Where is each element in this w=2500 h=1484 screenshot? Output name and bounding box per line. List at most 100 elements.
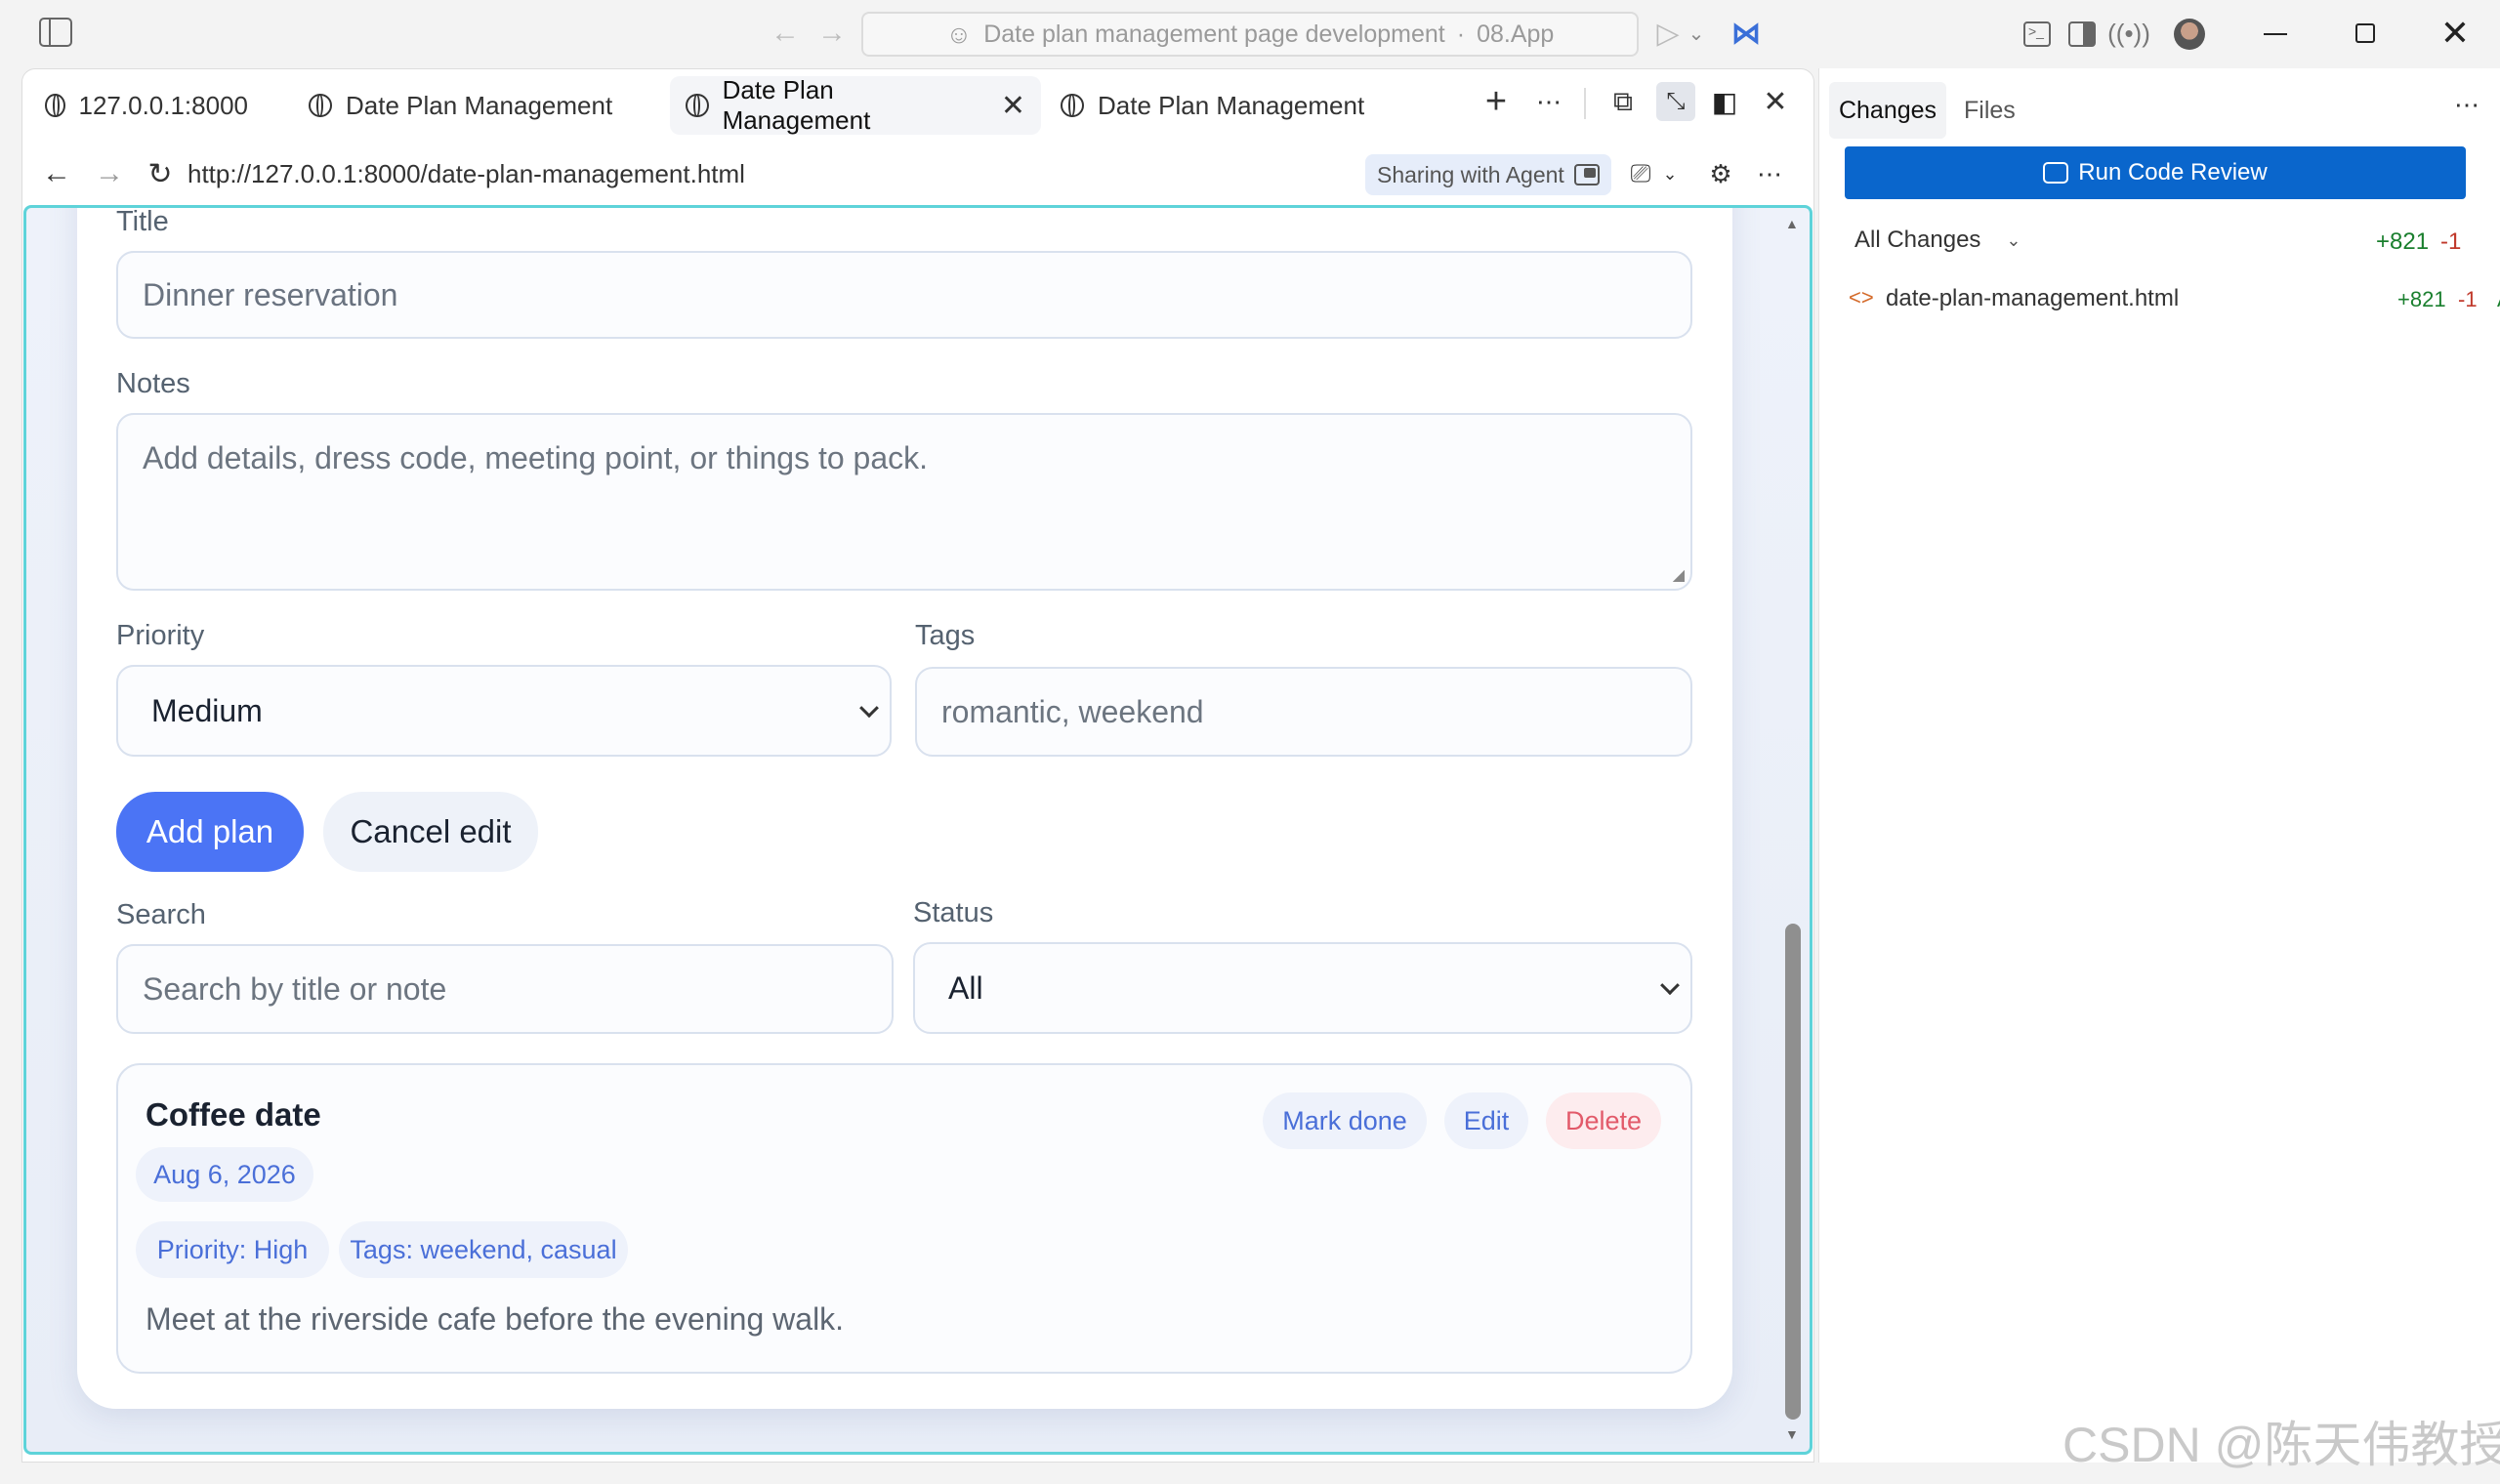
run-code-review-label: Run Code Review xyxy=(2078,159,2268,186)
all-changes-header[interactable]: All Changes ⌄ xyxy=(1854,227,2021,254)
add-plan-button[interactable]: Add plan xyxy=(116,792,304,872)
notes-placeholder: Add details, dress code, meeting point, … xyxy=(143,440,929,475)
sharing-badge[interactable]: Sharing with Agent xyxy=(1365,154,1611,195)
vscode-icon[interactable]: ⋈ xyxy=(1727,14,1766,53)
file-removed: -1 xyxy=(2458,287,2478,311)
minimize-icon[interactable] xyxy=(2264,33,2287,35)
title-bar: ← → ☺ Date plan management page developm… xyxy=(0,0,2500,68)
open-external-icon[interactable]: ⧉ xyxy=(1605,84,1641,119)
title-label: Title xyxy=(116,206,169,237)
window-app-name: 08.App xyxy=(1477,20,1555,48)
run-dropdown-icon[interactable]: ⌄ xyxy=(1686,16,1707,51)
plan-title: Coffee date xyxy=(146,1096,321,1133)
total-removed: -1 xyxy=(2440,228,2462,255)
broadcast-icon[interactable]: ((•)) xyxy=(2107,16,2150,51)
globe-icon xyxy=(45,94,65,117)
changed-file-row[interactable]: <> date-plan-management.html +821 -1 A xyxy=(1849,281,2500,320)
run-code-review-button[interactable]: Run Code Review xyxy=(1845,146,2466,199)
watermark: CSDN @陈天伟教授 xyxy=(2062,1418,2500,1472)
search-label: Search xyxy=(116,899,206,930)
tab-date-plan-active[interactable]: Date Plan Management ✕ xyxy=(670,75,1041,135)
plan-date-badge: Aug 6, 2026 xyxy=(136,1147,313,1202)
run-icon[interactable]: ▷ xyxy=(1652,16,1684,51)
copilot-icon: ☺ xyxy=(945,19,973,49)
tab-changes[interactable]: Changes xyxy=(1829,82,1946,139)
scroll-up-icon[interactable]: ▲ xyxy=(1785,217,1803,230)
more-tabs-icon[interactable]: ⋯ xyxy=(1531,84,1566,119)
tab-date-plan-1[interactable]: Date Plan Management xyxy=(293,70,645,141)
edit-button[interactable]: Edit xyxy=(1444,1092,1528,1149)
panel-more-icon[interactable]: ⋯ xyxy=(2454,90,2479,120)
screen-share-icon xyxy=(1573,164,1600,186)
chevron-down-icon: ⌄ xyxy=(2006,229,2021,250)
more-options-icon[interactable]: ⋯ xyxy=(1752,156,1787,191)
scrollbar-thumb[interactable] xyxy=(1785,924,1801,1420)
search-input[interactable]: Search by title or note xyxy=(116,944,894,1034)
tab-label: 127.0.0.1:8000 xyxy=(78,90,249,120)
split-view-icon[interactable]: ◧ xyxy=(1707,84,1742,119)
plan-tags-badge: Tags: weekend, casual xyxy=(339,1221,628,1278)
status-select[interactable]: All xyxy=(913,942,1692,1034)
cast-dropdown-icon[interactable]: ⌄ xyxy=(1660,156,1680,191)
review-icon xyxy=(2043,162,2069,184)
close-window-icon[interactable]: ✕ xyxy=(2436,13,2475,53)
terminal-icon[interactable]: >_ xyxy=(2023,21,2051,47)
tab-divider xyxy=(1584,88,1586,119)
globe-icon xyxy=(1061,94,1084,117)
forward-arrow-icon[interactable]: → xyxy=(814,16,850,51)
browser-forward-icon[interactable]: → xyxy=(92,156,127,191)
tags-input[interactable]: romantic, weekend xyxy=(915,667,1692,757)
back-arrow-icon[interactable]: ← xyxy=(768,16,803,51)
tab-date-plan-3[interactable]: Date Plan Management xyxy=(1045,70,1396,141)
globe-icon xyxy=(309,94,332,117)
tab-label: Date Plan Management xyxy=(722,75,871,135)
panel-toggle-icon[interactable] xyxy=(2068,21,2096,47)
notes-label: Notes xyxy=(116,368,190,399)
url-field[interactable]: http://127.0.0.1:8000/date-plan-manageme… xyxy=(188,154,745,193)
chevron-down-icon xyxy=(859,698,879,719)
tab-label: Date Plan Management xyxy=(346,90,613,120)
tab-close-icon[interactable]: ✕ xyxy=(1001,89,1025,123)
total-added: +821 xyxy=(2376,228,2430,255)
reload-icon[interactable]: ↻ xyxy=(143,156,178,191)
page-viewport: Title Dinner reservation Notes Add detai… xyxy=(23,205,1812,1455)
plan-form-card: Title Dinner reservation Notes Add detai… xyxy=(77,206,1732,1409)
priority-label: Priority xyxy=(116,620,205,651)
mark-done-button[interactable]: Mark done xyxy=(1263,1092,1427,1149)
changes-panel: Changes Files ⋯ Run Code Review All Chan… xyxy=(1818,68,2500,1463)
globe-icon xyxy=(686,94,709,117)
restore-icon[interactable] xyxy=(2355,23,2375,43)
devtools-icon[interactable]: ⚙ xyxy=(1703,156,1738,191)
status-label: Status xyxy=(913,897,994,928)
plan-priority-badge: Priority: High xyxy=(136,1221,329,1278)
status-value: All xyxy=(948,969,983,1006)
sharing-label: Sharing with Agent xyxy=(1377,161,1564,187)
close-browser-icon[interactable]: ✕ xyxy=(1758,84,1793,119)
plan-note: Meet at the riverside cafe before the ev… xyxy=(146,1301,845,1337)
cancel-edit-button[interactable]: Cancel edit xyxy=(323,792,538,872)
cast-icon[interactable]: ⎚ xyxy=(1623,156,1658,191)
avatar[interactable] xyxy=(2174,19,2205,50)
browser-back-icon[interactable]: ← xyxy=(39,156,74,191)
priority-value: Medium xyxy=(151,692,263,728)
plan-list-item: Coffee date Aug 6, 2026 Priority: High T… xyxy=(116,1063,1692,1374)
sidebar-toggle-icon[interactable] xyxy=(39,18,72,47)
tab-localhost[interactable]: 127.0.0.1:8000 xyxy=(29,70,264,141)
title-input[interactable]: Dinner reservation xyxy=(116,251,1692,339)
tab-label: Date Plan Management xyxy=(1098,90,1365,120)
priority-select[interactable]: Medium xyxy=(116,665,892,757)
all-changes-label: All Changes xyxy=(1854,227,1981,253)
tags-label: Tags xyxy=(915,620,976,651)
code-file-icon: <> xyxy=(1849,285,1874,309)
file-added: +821 xyxy=(2397,287,2446,311)
window-title-pill[interactable]: ☺ Date plan management page development … xyxy=(861,12,1639,57)
file-name: date-plan-management.html xyxy=(1886,285,2180,311)
delete-button[interactable]: Delete xyxy=(1546,1092,1661,1149)
collapse-icon[interactable]: ⤡ xyxy=(1656,82,1695,121)
tab-files[interactable]: Files xyxy=(1964,82,2016,139)
notes-textarea[interactable]: Add details, dress code, meeting point, … xyxy=(116,413,1692,591)
scroll-down-icon[interactable]: ▼ xyxy=(1785,1427,1803,1441)
resize-handle-icon[interactable]: ◢ xyxy=(1673,565,1685,585)
title-separator: · xyxy=(1456,20,1466,48)
new-tab-icon[interactable]: + xyxy=(1479,81,1514,122)
